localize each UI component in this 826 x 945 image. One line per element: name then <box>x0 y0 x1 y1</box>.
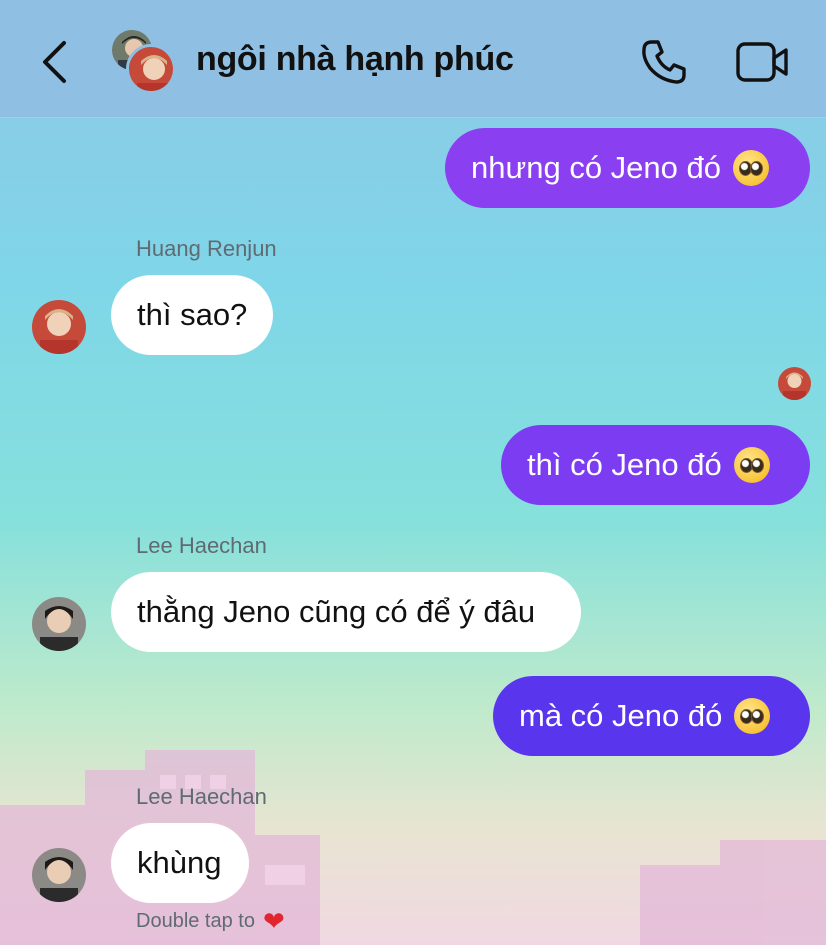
video-call-button[interactable] <box>734 36 790 88</box>
member-avatar-2 <box>126 44 176 94</box>
pleading-face-emoji-icon <box>733 150 769 186</box>
outgoing-message[interactable]: nhưng có Jeno đó <box>445 128 810 208</box>
chat-title[interactable]: ngôi nhà hạnh phúc <box>196 40 514 79</box>
pleading-face-emoji-icon <box>734 698 771 734</box>
back-button[interactable] <box>34 38 74 86</box>
incoming-message[interactable]: thì sao? <box>111 275 273 355</box>
message-text: khùng <box>137 845 222 880</box>
pleading-face-emoji-icon <box>733 447 770 483</box>
double-tap-hint: Double tap to ❤ <box>136 908 285 934</box>
chevron-left-icon <box>43 41 66 83</box>
incoming-message[interactable]: khùng <box>111 823 249 903</box>
message-text: thì có Jeno đó <box>527 447 722 482</box>
sender-name: Lee Haechan <box>136 784 267 809</box>
avatar-lee-haechan[interactable] <box>32 848 86 902</box>
message-text: thằng Jeno cũng có để ý đâu <box>137 594 536 629</box>
hint-text: Double tap to <box>136 909 255 932</box>
message-text: thì sao? <box>137 297 248 332</box>
heart-icon: ❤ <box>262 906 285 936</box>
message-text: mà có Jeno đó <box>519 698 723 733</box>
chat-header: ngôi nhà hạnh phúc <box>0 0 826 118</box>
sender-name: Lee Haechan <box>136 533 267 558</box>
group-avatar[interactable] <box>110 28 178 96</box>
avatar-huang-renjun[interactable] <box>32 300 86 354</box>
voice-call-button[interactable] <box>638 36 690 88</box>
phone-icon <box>642 40 686 84</box>
seen-by-avatar <box>778 367 811 400</box>
sender-name: Huang Renjun <box>136 236 277 261</box>
incoming-message[interactable]: thằng Jeno cũng có để ý đâu <box>111 572 581 652</box>
avatar-lee-haechan[interactable] <box>32 597 86 651</box>
outgoing-message[interactable]: thì có Jeno đó <box>501 425 810 505</box>
outgoing-message[interactable]: mà có Jeno đó <box>493 676 810 756</box>
video-camera-icon <box>736 42 788 82</box>
message-text: nhưng có Jeno đó <box>471 150 721 185</box>
